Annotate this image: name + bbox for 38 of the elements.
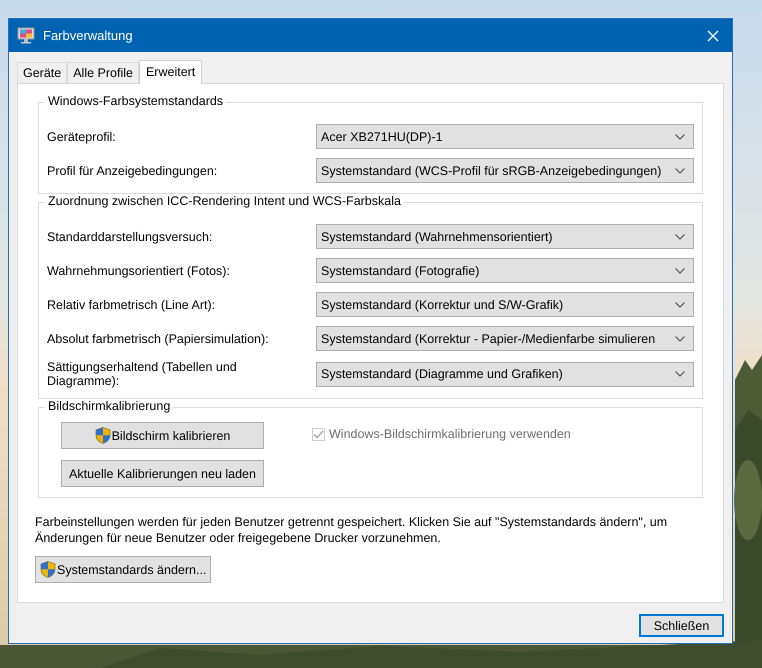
info-text: Farbeinstellungen werden für jeden Benutzer getrennt gespeichert. Klicken Sie auf "Systemstandards ändern", um Änderungen für neue Benutzer oder freigegebene Drucker vorzunehmen. <box>35 514 668 546</box>
group-title: Windows-Farbsystemstandards <box>45 94 226 108</box>
tab[interactable]: Erweitert <box>138 60 202 84</box>
dropdown[interactable]: Acer XB271HU(DP)-1 <box>316 124 694 149</box>
chevron-down-icon <box>675 371 685 377</box>
dropdown[interactable]: Systemstandard (WCS-Profil für sRGB-Anzeigebedingungen) <box>316 158 694 183</box>
dropdown[interactable]: Systemstandard (Diagramme und Grafiken) <box>316 362 694 386</box>
monitor-icon <box>17 27 35 44</box>
chevron-down-icon <box>675 134 685 140</box>
dropdown[interactable]: Systemstandard (Korrektur - Papier-/Medienfarbe simulieren <box>316 326 694 351</box>
group-title: Bildschirmkalibrierung <box>45 399 174 413</box>
chevron-down-icon <box>675 302 685 308</box>
field-label: Profil für Anzeigebedingungen: <box>47 164 218 178</box>
chevron-down-icon <box>675 336 685 342</box>
field-label: Absolut farbmetrisch (Papiersimulation): <box>47 332 270 346</box>
calibration-button[interactable]: Bildschirm kalibrieren <box>61 422 264 449</box>
change-defaults-button[interactable]: Systemstandards ändern... <box>35 556 212 583</box>
dropdown[interactable]: Systemstandard (Fotografie) <box>316 258 694 283</box>
group-title: Zuordnung zwischen ICC-Rendering Intent und WCS-Farbskala <box>45 194 404 208</box>
chevron-down-icon <box>675 268 685 274</box>
calibration-button[interactable]: Aktuelle Kalibrierungen neu laden <box>61 460 264 487</box>
shield-icon <box>40 561 56 578</box>
checkbox-label: Windows-Bildschirmkalibrierung verwenden <box>329 427 571 441</box>
close-icon[interactable] <box>706 28 720 42</box>
close-button[interactable]: Schließen <box>639 614 724 637</box>
shield-icon <box>94 427 111 444</box>
dropdown[interactable]: Systemstandard (Korrektur und S/W-Grafik) <box>316 292 694 317</box>
field-label: Wahrnehmungsorientiert (Fotos): <box>47 264 231 278</box>
tab[interactable]: Geräte <box>17 62 68 83</box>
chevron-down-icon <box>675 234 685 240</box>
chevron-down-icon <box>675 168 685 174</box>
tab[interactable]: Alle Profile <box>67 62 139 83</box>
window-title: Farbverwaltung <box>43 28 134 43</box>
field-label: Sättigungserhaltend (Tabellen und Diagramme): <box>47 360 238 388</box>
field-label: Standarddarstellungsversuch: <box>47 230 214 244</box>
field-label: Geräteprofil: <box>47 130 117 144</box>
field-label: Relativ farbmetrisch (Line Art): <box>47 298 216 312</box>
dropdown[interactable]: Systemstandard (Wahrnehmensorientiert) <box>316 224 694 249</box>
